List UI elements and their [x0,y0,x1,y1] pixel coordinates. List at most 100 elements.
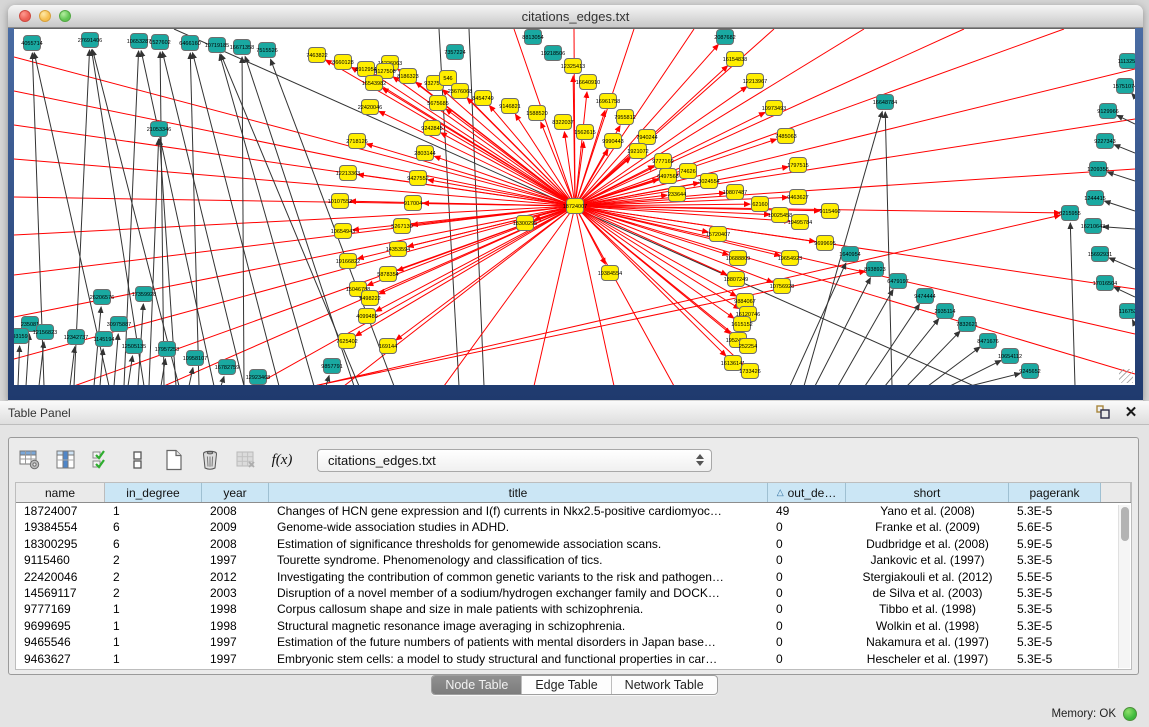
cell-name[interactable]: 9465546 [16,634,105,650]
new-column-icon[interactable] [161,447,187,473]
cell-out_de[interactable]: 0 [768,634,846,650]
cell-name[interactable]: 18724007 [16,503,105,519]
cell-in_degree[interactable]: 2 [105,552,202,568]
cell-pagerank[interactable]: 5.3E-5 [1009,503,1101,519]
cell-in_degree[interactable]: 1 [105,601,202,617]
table-row[interactable]: 2242004622012Investigating the contribut… [16,569,1131,585]
cell-title[interactable]: Changes of HCN gene expression and I(f) … [269,503,768,519]
select-all-icon[interactable] [89,447,115,473]
graph-node-19384554[interactable]: 19384554 [598,266,622,281]
graph-node-15692931[interactable]: 15692931 [1088,247,1112,262]
citation-edge-black[interactable] [885,319,939,385]
graph-node-8471676[interactable]: 8471676 [977,334,998,349]
citation-edge-red[interactable] [14,159,575,206]
graph-node-10107552[interactable]: 10107552 [328,194,352,209]
graph-node-1640954[interactable]: 1640954 [839,247,860,262]
graph-node-10719185[interactable]: 10719185 [205,38,229,53]
graph-node-9699695[interactable]: 9699695 [814,236,835,251]
cell-year[interactable]: 1997 [202,552,269,568]
citation-edge-black[interactable] [1070,223,1075,385]
citation-edge-red[interactable] [14,91,575,206]
tab-node-table[interactable]: Node Table [432,676,521,694]
graph-node-9777169[interactable]: 9777169 [652,154,673,169]
cell-out_de[interactable]: 0 [768,519,846,535]
table-row[interactable]: 946362711997Embryonic stem cells: a mode… [16,651,1131,667]
resize-handle[interactable] [1119,369,1133,383]
cell-pagerank[interactable]: 5.5E-5 [1009,569,1101,585]
graph-node-6497568[interactable]: 6497568 [657,169,678,184]
graph-node-7515526[interactable]: 7515526 [256,43,277,58]
graph-node-8186323[interactable]: 8186323 [397,69,418,84]
cell-out_de[interactable]: 0 [768,552,846,568]
cell-year[interactable]: 2003 [202,585,269,601]
close-panel-icon[interactable]: ✕ [1123,404,1139,420]
graph-node-7463822[interactable]: 7463822 [306,48,327,63]
cell-short[interactable]: Stergiakouli et al. (2012) [846,569,1009,585]
column-header-out_de[interactable]: △out_de… [768,483,846,502]
citation-edge-black[interactable] [815,278,870,385]
float-panel-icon[interactable] [1095,404,1111,420]
citation-edge-black[interactable] [1132,93,1135,97]
table-row[interactable]: 911546021997Tourette syndrome. Phenomeno… [16,552,1131,568]
citation-edge-black[interactable] [1103,227,1135,229]
graph-node-7832621[interactable]: 7832621 [956,317,977,332]
graph-node-18807249[interactable]: 18807249 [724,272,748,287]
cell-title[interactable]: Tourette syndrome. Phenomenology and cla… [269,552,768,568]
graph-node-8938923[interactable]: 8938923 [864,262,885,277]
cell-short[interactable]: Dudbridge et al. (2008) [846,536,1009,552]
cell-year[interactable]: 1998 [202,601,269,617]
column-header-title[interactable]: title [269,483,768,502]
cell-out_de[interactable]: 0 [768,651,846,667]
citation-edge-red[interactable] [575,206,740,309]
cell-short[interactable]: Hescheler et al. (1997) [846,651,1009,667]
graph-node-10756928[interactable]: 10756928 [770,279,794,294]
cell-year[interactable]: 1998 [202,618,269,634]
graph-node-16648784[interactable]: 16648784 [873,95,897,110]
citation-edge-black[interactable] [885,112,892,385]
graph-node-1588520[interactable]: 1588520 [526,106,547,121]
graph-node-5878354[interactable]: 5878354 [377,267,398,282]
cell-year[interactable]: 2012 [202,569,269,585]
cell-name[interactable]: 9115460 [16,552,105,568]
graph-node-169144[interactable]: 169144 [379,339,397,354]
citation-edge-black[interactable] [242,57,244,385]
cell-name[interactable]: 9699695 [16,618,105,634]
cell-out_de[interactable]: 0 [768,569,846,585]
citation-edge-red[interactable] [14,206,575,275]
graph-node-10807487[interactable]: 10807487 [723,185,747,200]
graph-node-116753[interactable]: 116753 [1119,304,1135,319]
table-row[interactable]: 977716911998Corpus callosum shape and si… [16,601,1131,617]
graph-node-93159[interactable]: 93159 [14,329,29,344]
citation-edge-black[interactable] [1108,172,1135,181]
graph-node-1113254[interactable]: 1113254 [1118,54,1135,69]
cell-name[interactable]: 9463627 [16,651,105,667]
graph-node-9129966[interactable]: 9129966 [1097,104,1118,119]
graph-node-14353594[interactable]: 14353594 [386,242,410,257]
graph-node-9242845[interactable]: 9242845 [421,121,442,136]
cell-out_de[interactable]: 0 [768,536,846,552]
graph-node-9474444[interactable]: 9474444 [914,289,935,304]
graph-node-22420046[interactable]: 22420046 [358,100,382,115]
graph-node-6466160[interactable]: 6466160 [179,36,200,51]
citation-edge-black[interactable] [114,334,118,385]
tab-network-table[interactable]: Network Table [611,676,717,694]
cell-short[interactable]: Franke et al. (2009) [846,519,1009,535]
graph-node-8454749[interactable]: 8454749 [472,91,493,106]
citation-edge-black[interactable] [1109,258,1135,269]
citation-edge-red[interactable] [314,215,1060,385]
graph-node-7357224[interactable]: 7357224 [444,45,465,60]
graph-node-17359928[interactable]: 17359928 [132,287,156,302]
cell-short[interactable]: Wolkin et al. (1998) [846,618,1009,634]
graph-node-30975887[interactable]: 30975887 [107,317,131,332]
cell-in_degree[interactable]: 1 [105,618,202,634]
cell-title[interactable]: Disruption of a novel member of a sodium… [269,585,768,601]
citation-edge-black[interactable] [160,52,164,385]
graph-node-8215955[interactable]: 8215955 [1059,206,1080,221]
cell-pagerank[interactable]: 5.3E-5 [1009,585,1101,601]
citation-edge-black[interactable] [221,377,224,385]
graph-node-12213363[interactable]: 12213363 [336,166,360,181]
graph-node-16210643[interactable]: 16210643 [1081,219,1105,234]
citation-edge-black[interactable] [1105,201,1135,211]
cell-short[interactable]: Nakamura et al. (1997) [846,634,1009,650]
graph-node-16671358[interactable]: 16671358 [230,40,254,55]
